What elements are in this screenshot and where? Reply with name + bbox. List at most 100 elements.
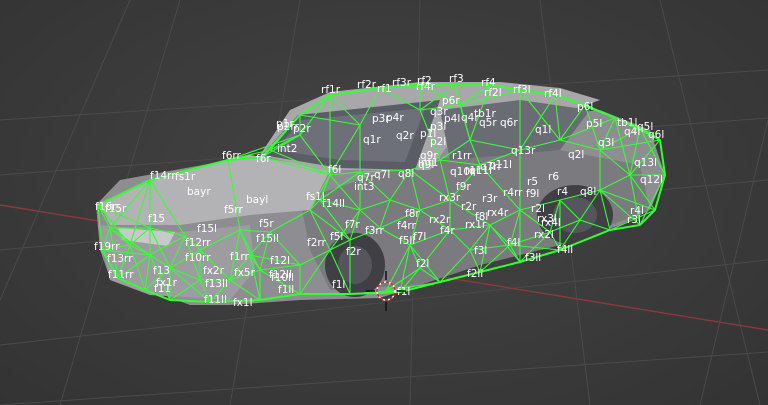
vertex-label[interactable]: f5l: [330, 231, 343, 243]
vertex-label[interactable]: q8l: [580, 186, 596, 198]
vertex-label[interactable]: fx5r: [234, 267, 256, 279]
vertex-label[interactable]: f13rr: [107, 253, 133, 265]
vertex-label[interactable]: f7r: [345, 219, 360, 231]
vertex-label[interactable]: f1l: [397, 286, 410, 298]
vertex-label[interactable]: rf3: [449, 73, 464, 85]
vertex-label[interactable]: q13r: [511, 145, 536, 157]
vertex-label[interactable]: f13ll: [205, 278, 228, 290]
vertex-label[interactable]: f14ll: [322, 198, 345, 210]
vertex-label[interactable]: bayl: [246, 194, 268, 206]
vertex-label[interactable]: f11ll: [204, 294, 227, 306]
vertex-label[interactable]: q1l: [535, 124, 551, 136]
grid-line: [0, 351, 768, 405]
vertex-label[interactable]: rf4l: [544, 88, 562, 100]
vertex-label[interactable]: p5l: [586, 118, 602, 130]
vertex-label[interactable]: f12rr: [185, 237, 211, 249]
vertex-label[interactable]: f4ll: [557, 244, 573, 256]
vertex-label[interactable]: rf3l: [513, 84, 531, 96]
vertex-label[interactable]: r4l: [630, 205, 644, 217]
vertex-label[interactable]: f1rr: [230, 251, 250, 263]
vertex-label[interactable]: f2rr: [307, 237, 327, 249]
vertex-label[interactable]: f2l: [416, 258, 429, 270]
vertex-label[interactable]: f15ll: [256, 233, 279, 245]
vertex-label[interactable]: f3ll: [525, 252, 541, 264]
vertex-label[interactable]: f2ll: [467, 268, 483, 280]
vertex-label[interactable]: f2r: [346, 246, 361, 258]
vertex-label[interactable]: rx3r: [439, 192, 461, 204]
vertex-label[interactable]: fx1l: [233, 297, 253, 309]
vertex-label[interactable]: f5r: [259, 218, 274, 230]
vertex-label[interactable]: f6r: [256, 153, 271, 165]
vertex-label[interactable]: f4l: [507, 237, 520, 249]
vertex-label[interactable]: r5: [527, 176, 538, 188]
vertex-label[interactable]: f5rr: [224, 204, 244, 216]
vertex-label[interactable]: f1ll: [278, 284, 294, 296]
vertex-label[interactable]: r6: [548, 171, 559, 183]
vertex-label[interactable]: f10ll: [271, 272, 294, 284]
vertex-label[interactable]: f5ll: [399, 235, 415, 247]
vertex-label[interactable]: q7l: [374, 169, 390, 181]
vertex-label[interactable]: q6l: [648, 129, 664, 141]
vertex-label[interactable]: f19rr: [94, 241, 120, 253]
vertex-label[interactable]: rx4l: [541, 217, 561, 229]
vertex-label[interactable]: f3l: [474, 245, 487, 257]
vertex-label[interactable]: rf2l: [484, 87, 502, 99]
vertex-label[interactable]: p6r: [442, 95, 460, 107]
vertex-label[interactable]: r1rr: [452, 150, 472, 162]
vertex-label[interactable]: r4rr: [503, 187, 523, 199]
vertex-label[interactable]: f15r: [105, 203, 127, 215]
vertex-label[interactable]: f15: [148, 213, 165, 225]
vertex-label[interactable]: f11: [154, 283, 171, 295]
vertex-label[interactable]: f3rr: [365, 225, 385, 237]
vertex-label[interactable]: f9l: [526, 188, 539, 200]
vertex-label[interactable]: f1l: [332, 279, 345, 291]
vertex-label[interactable]: q3r: [430, 106, 448, 118]
vertex-label[interactable]: q7rr: [480, 161, 502, 173]
vertex-label[interactable]: r4: [557, 186, 568, 198]
vertex-label[interactable]: q5r: [479, 117, 497, 129]
vertex-label[interactable]: fs1r: [175, 171, 196, 183]
vertex-label[interactable]: f12l: [270, 255, 290, 267]
vertex-label[interactable]: f15l: [197, 223, 217, 235]
vertex-label[interactable]: p2l: [430, 136, 446, 148]
vertex-label[interactable]: f13: [153, 265, 170, 277]
vertex-label[interactable]: rx2r: [429, 214, 451, 226]
vertex-label[interactable]: rf2r: [357, 79, 377, 91]
vertex-label[interactable]: p6l: [577, 101, 593, 113]
vertex-label[interactable]: fx2r: [203, 265, 225, 277]
vertex-label[interactable]: q6r: [500, 117, 518, 129]
vertex-label[interactable]: q12l: [640, 174, 663, 186]
vertex-label[interactable]: f8r: [405, 208, 420, 220]
vertex-label[interactable]: q1r: [363, 134, 381, 146]
vertex-label[interactable]: q3l: [598, 137, 614, 149]
vertex-label[interactable]: f4r: [440, 225, 455, 237]
vertex-label[interactable]: rf1r: [321, 84, 341, 96]
vertex-label[interactable]: f6l: [328, 164, 341, 176]
vertex-label[interactable]: p2rr: [277, 121, 299, 133]
vertex-label[interactable]: q4r: [461, 112, 479, 124]
vertex-label[interactable]: r1r: [465, 165, 481, 177]
scene[interactable]: rf2r rf1 rf3r rf2rf4rrf3 rf4rf2l rf3l rf4lrf1r…: [0, 0, 768, 405]
vertex-label[interactable]: rx4r: [487, 207, 509, 219]
vertex-label[interactable]: f14rr: [150, 170, 176, 182]
3d-viewport[interactable]: rf2r rf1 rf3r rf2 rf4r rf3 rf4 rf2l rf3l rf4l rf1r…: [0, 0, 768, 405]
vertex-label[interactable]: p4r: [386, 112, 404, 124]
vertex-label[interactable]: rf4r: [416, 81, 436, 93]
vertex-label[interactable]: rx2l: [534, 229, 554, 241]
vertex-label[interactable]: f10rr: [185, 252, 211, 264]
vertex-label[interactable]: q8l: [398, 168, 414, 180]
vertex-label[interactable]: rf1: [377, 83, 392, 95]
grid-line: [699, 119, 768, 405]
vertex-label[interactable]: q2r: [396, 130, 414, 142]
vertex-label[interactable]: bayr: [187, 186, 211, 198]
vertex-label[interactable]: r3r: [482, 193, 498, 205]
vertex-label[interactable]: f11rr: [108, 269, 134, 281]
vertex-label[interactable]: f6rr: [222, 150, 242, 162]
vertex-label[interactable]: q13l: [634, 157, 657, 169]
vertex-label[interactable]: rf3r: [392, 77, 412, 89]
vertex-label[interactable]: q7r: [357, 172, 375, 184]
vertex-label[interactable]: f9r: [456, 181, 471, 193]
vertex-label[interactable]: q2l: [568, 149, 584, 161]
vertex-label[interactable]: int2: [277, 143, 297, 155]
vertex-label[interactable]: q9l: [418, 159, 434, 171]
